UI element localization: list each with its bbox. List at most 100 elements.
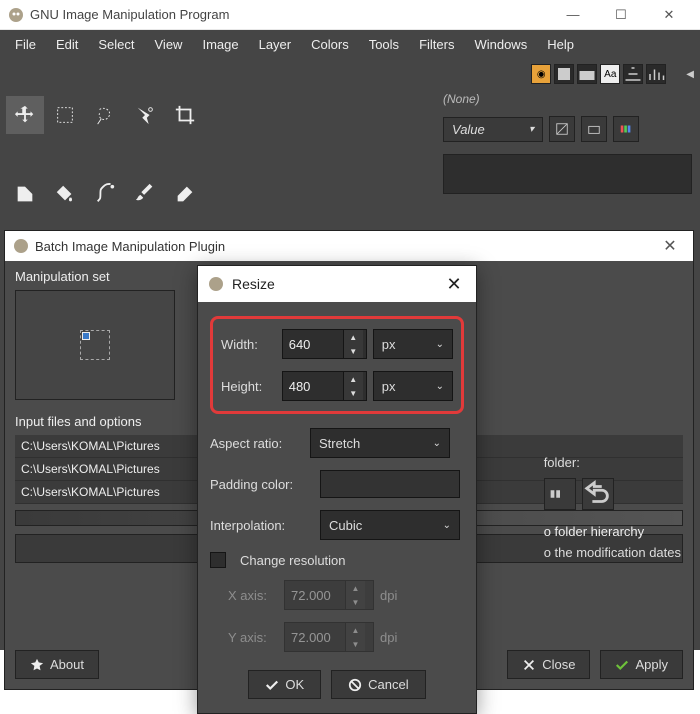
undo-button[interactable] xyxy=(582,478,614,510)
hierarchy-text: o folder hierarchy xyxy=(544,524,681,539)
main-title: GNU Image Manipulation Program xyxy=(30,7,550,22)
height-step-up[interactable]: ▲ xyxy=(343,372,363,386)
height-step-down[interactable]: ▼ xyxy=(343,386,363,400)
tab-text-icon[interactable]: Aa xyxy=(600,64,620,84)
rect-select-tool[interactable] xyxy=(46,96,84,134)
ok-button[interactable]: OK xyxy=(248,670,321,699)
cancel-button[interactable]: Cancel xyxy=(331,670,425,699)
height-input[interactable]: ▲▼ xyxy=(282,371,367,401)
width-step-down[interactable]: ▼ xyxy=(343,344,363,358)
interpolation-select[interactable]: Cubic ⌄ xyxy=(320,510,460,540)
dimensions-highlight: Width: ▲▼ px⌄ Height: ▲▼ px⌄ xyxy=(210,316,464,414)
menu-tools[interactable]: Tools xyxy=(360,33,408,56)
gimp-icon xyxy=(208,276,224,292)
close-label: Close xyxy=(542,657,575,672)
tab-histogram-icon[interactable] xyxy=(646,64,666,84)
tab-icon-3[interactable] xyxy=(577,64,597,84)
manipulation-preview[interactable] xyxy=(15,290,175,400)
cancel-icon xyxy=(348,678,362,692)
value-select-label: Value xyxy=(452,122,485,137)
move-tool[interactable] xyxy=(6,96,44,134)
tab-icon-1[interactable]: ◉ xyxy=(531,64,551,84)
check-icon xyxy=(615,658,629,672)
chevron-down-icon: ⌄ xyxy=(443,520,451,531)
aspect-select[interactable]: Stretch ⌄ xyxy=(310,428,450,458)
folder-button[interactable] xyxy=(544,478,576,510)
width-input[interactable]: ▲▼ xyxy=(282,329,367,359)
menu-file[interactable]: File xyxy=(6,33,45,56)
gradient-tool[interactable] xyxy=(86,175,124,213)
y-axis-label: Y axis: xyxy=(228,630,278,645)
ok-label: OK xyxy=(285,677,304,692)
tab-icon-2[interactable] xyxy=(554,64,574,84)
minimize-button[interactable]: — xyxy=(550,0,596,30)
menu-filters[interactable]: Filters xyxy=(410,33,463,56)
height-field[interactable] xyxy=(283,379,343,394)
menu-select[interactable]: Select xyxy=(89,33,143,56)
unit-label: px xyxy=(382,337,396,352)
menu-help[interactable]: Help xyxy=(538,33,583,56)
aspect-label: Aspect ratio: xyxy=(210,436,304,451)
star-icon xyxy=(30,658,44,672)
change-resolution-checkbox[interactable] xyxy=(210,552,226,568)
panel-icon-3[interactable] xyxy=(613,116,639,142)
aspect-value: Stretch xyxy=(319,436,360,451)
eraser-tool[interactable] xyxy=(166,175,204,213)
width-field[interactable] xyxy=(283,337,343,352)
menu-colors[interactable]: Colors xyxy=(302,33,358,56)
unit-label: px xyxy=(382,379,396,394)
dpi-label: dpi xyxy=(380,588,397,603)
menu-layer[interactable]: Layer xyxy=(250,33,301,56)
resize-dialog: Resize ✕ Width: ▲▼ px⌄ Height: ▲▼ xyxy=(197,265,477,714)
free-select-tool[interactable] xyxy=(86,96,124,134)
height-unit-select[interactable]: px ⌄ xyxy=(373,371,453,401)
chevron-down-icon: ⌄ xyxy=(436,339,444,350)
close-button[interactable]: ✕ xyxy=(646,0,692,30)
resize-title: Resize xyxy=(232,276,442,292)
padding-color-swatch[interactable] xyxy=(320,470,460,498)
paintbrush-tool[interactable] xyxy=(126,175,164,213)
bimp-titlebar: Batch Image Manipulation Plugin ✕ xyxy=(5,231,693,261)
fuzzy-select-tool[interactable] xyxy=(126,96,164,134)
change-resolution-label: Change resolution xyxy=(240,553,346,568)
gimp-icon xyxy=(13,238,29,254)
menu-view[interactable]: View xyxy=(146,33,192,56)
panel-icon-1[interactable] xyxy=(549,116,575,142)
menubar: File Edit Select View Image Layer Colors… xyxy=(0,30,700,58)
interp-value: Cubic xyxy=(329,518,362,533)
apply-label: Apply xyxy=(635,657,668,672)
value-select[interactable]: Value ▾ xyxy=(443,117,543,142)
chevron-down-icon: ⌄ xyxy=(433,438,441,449)
bucket-fill-tool[interactable] xyxy=(46,175,84,213)
menu-image[interactable]: Image xyxy=(193,33,247,56)
toolstrip: ◉ Aa ◀ xyxy=(0,58,700,90)
check-icon xyxy=(265,678,279,692)
maximize-button[interactable]: ☐ xyxy=(598,0,644,30)
width-unit-select[interactable]: px ⌄ xyxy=(373,329,453,359)
none-label: (None) xyxy=(435,90,700,112)
tab-icon-5[interactable] xyxy=(623,64,643,84)
about-button[interactable]: About xyxy=(15,650,99,679)
menu-windows[interactable]: Windows xyxy=(465,33,536,56)
x-axis-field xyxy=(285,588,345,603)
tab-menu-icon[interactable]: ◀ xyxy=(686,69,694,80)
resize-manipulation-icon xyxy=(80,330,110,360)
gimp-icon xyxy=(8,7,24,23)
output-options: folder: o folder hierarchy o the modific… xyxy=(544,455,681,560)
apply-button[interactable]: Apply xyxy=(600,650,683,679)
width-label: Width: xyxy=(221,337,276,352)
panel-icon-2[interactable] xyxy=(581,116,607,142)
close-button[interactable]: Close xyxy=(507,650,590,679)
chevron-down-icon: ▾ xyxy=(529,124,534,135)
menu-edit[interactable]: Edit xyxy=(47,33,87,56)
y-axis-input: ▲▼ xyxy=(284,622,374,652)
cancel-label: Cancel xyxy=(368,677,408,692)
resize-close-button[interactable]: ✕ xyxy=(442,274,466,295)
x-axis-input: ▲▼ xyxy=(284,580,374,610)
crop-tool[interactable] xyxy=(166,96,204,134)
width-step-up[interactable]: ▲ xyxy=(343,330,363,344)
bimp-close-button[interactable]: ✕ xyxy=(655,236,685,256)
transform-tool[interactable] xyxy=(6,175,44,213)
chevron-down-icon: ⌄ xyxy=(436,381,444,392)
about-label: About xyxy=(50,657,84,672)
